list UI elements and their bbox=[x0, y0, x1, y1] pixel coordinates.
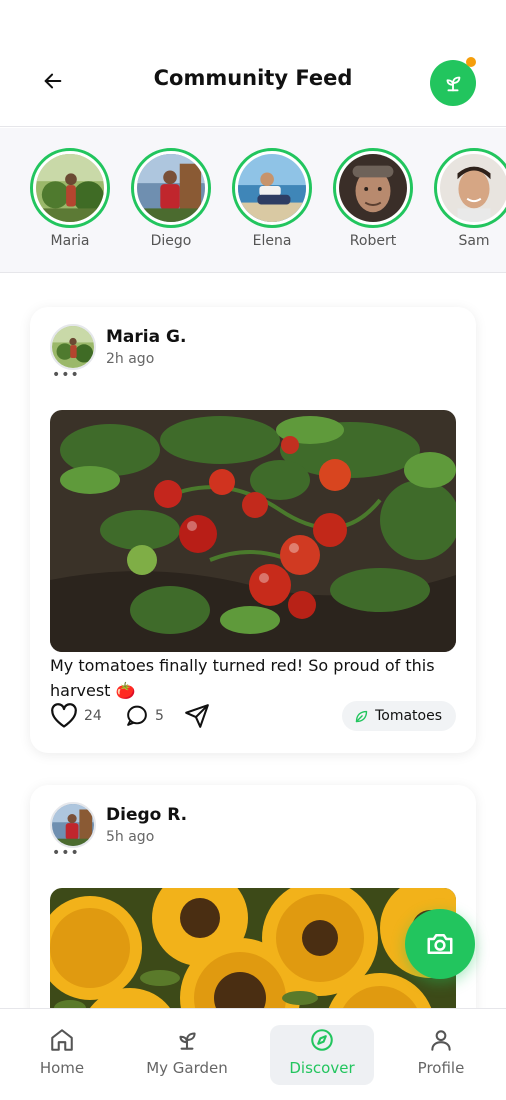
like-count: 24 bbox=[84, 708, 102, 724]
nav-home[interactable]: Home bbox=[10, 1025, 114, 1085]
story-avatar bbox=[339, 154, 407, 222]
profile-avatar-button[interactable] bbox=[430, 57, 476, 106]
more-options-button[interactable]: ••• bbox=[52, 845, 80, 861]
camera-icon bbox=[427, 934, 453, 954]
post-caption: My tomatoes finally turned red! So proud… bbox=[50, 656, 435, 700]
story-diego[interactable]: Diego bbox=[130, 148, 212, 249]
nav-profile[interactable]: Profile bbox=[389, 1025, 493, 1085]
comment-count: 5 bbox=[155, 707, 164, 724]
nav-my-garden[interactable]: My Garden bbox=[135, 1025, 239, 1085]
bottom-navigation: Home My Garden Discover Profile bbox=[0, 1008, 506, 1100]
heart-icon bbox=[51, 703, 77, 728]
nav-discover[interactable]: Discover bbox=[270, 1025, 374, 1085]
story-avatar bbox=[440, 154, 506, 222]
post-author-name[interactable]: Diego R. bbox=[106, 805, 187, 825]
story-avatar bbox=[238, 154, 306, 222]
story-elena[interactable]: Elena bbox=[231, 148, 313, 249]
send-icon bbox=[185, 704, 209, 728]
notification-dot bbox=[466, 57, 476, 67]
story-robert[interactable]: Robert bbox=[332, 148, 414, 249]
post-author-avatar[interactable] bbox=[50, 324, 96, 370]
post-timestamp: 5h ago bbox=[106, 829, 155, 845]
stories-row: Maria Diego Elena Robert Sam bbox=[0, 128, 506, 273]
post-card: Diego R. 5h ago ••• bbox=[30, 785, 476, 1045]
compass-icon bbox=[311, 1029, 333, 1051]
story-maria[interactable]: Maria bbox=[29, 148, 111, 249]
sprout-icon bbox=[446, 76, 461, 92]
plant-tag-chip[interactable]: Tomatoes bbox=[342, 701, 456, 731]
camera-button[interactable] bbox=[405, 909, 475, 979]
app-header: Community Feed bbox=[0, 0, 506, 127]
more-options-button[interactable]: ••• bbox=[52, 367, 80, 383]
share-button[interactable] bbox=[184, 703, 210, 729]
post-image[interactable] bbox=[50, 410, 456, 652]
comment-button[interactable]: 5 bbox=[124, 703, 164, 728]
post-author-name[interactable]: Maria G. bbox=[106, 327, 186, 347]
story-avatar bbox=[36, 154, 104, 222]
post-author-avatar[interactable] bbox=[50, 802, 96, 848]
story-avatar bbox=[137, 154, 205, 222]
post-timestamp: 2h ago bbox=[106, 351, 155, 367]
like-button[interactable]: 24 bbox=[50, 703, 102, 729]
tag-label: Tomatoes bbox=[375, 708, 442, 724]
comment-icon bbox=[127, 705, 147, 726]
user-icon bbox=[431, 1030, 451, 1051]
post-actions: 24 5 Tomatoes bbox=[50, 701, 456, 731]
sprout-icon bbox=[179, 1032, 196, 1050]
home-icon bbox=[51, 1029, 73, 1051]
leaf-icon bbox=[355, 710, 368, 722]
post-card: Maria G. 2h ago ••• My tomatoes finally … bbox=[30, 307, 476, 753]
story-sam[interactable]: Sam bbox=[433, 148, 506, 249]
